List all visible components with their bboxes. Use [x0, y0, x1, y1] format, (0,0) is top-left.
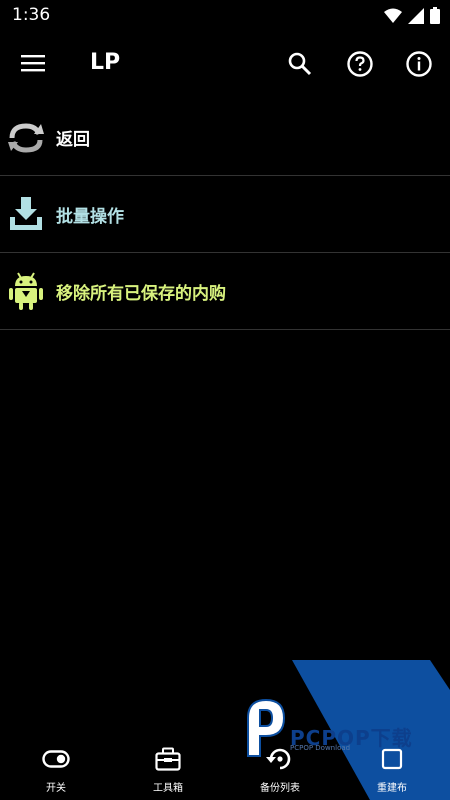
list-item-label: 批量操作: [56, 206, 124, 227]
list-item-batch[interactable]: 批量操作: [0, 176, 450, 253]
help-icon: [347, 51, 373, 77]
nav-item-toolbox[interactable]: 工具箱: [112, 730, 224, 800]
status-icons: [384, 7, 440, 24]
android-robot-icon: [9, 272, 43, 310]
download-tray-icon: [10, 197, 42, 230]
list-item-back[interactable]: 返回: [0, 99, 450, 176]
help-button[interactable]: [346, 50, 376, 80]
wifi-icon: [384, 8, 402, 23]
nav-item-rebuild[interactable]: 重建布: [336, 730, 448, 800]
menu-button[interactable]: [20, 52, 50, 78]
info-button[interactable]: [405, 50, 435, 80]
info-icon: [406, 51, 432, 77]
nav-label: 工具箱: [153, 783, 183, 794]
app-title: LP: [90, 50, 121, 75]
nav-item-switch[interactable]: 开关: [0, 730, 112, 800]
bottom-nav: 开关 工具箱 备份列表 重建布: [0, 730, 450, 800]
menu-list: 返回 批量操作 移除所有已保存的内购: [0, 99, 450, 330]
nav-label: 开关: [46, 783, 66, 794]
search-icon: [288, 52, 312, 76]
nav-item-backup-list[interactable]: 备份列表: [224, 730, 336, 800]
search-button[interactable]: [286, 50, 316, 80]
backup-restore-icon: [266, 748, 291, 770]
nav-label: 重建布: [377, 783, 407, 794]
toggle-icon: [42, 750, 70, 768]
status-bar: 1:36: [0, 0, 450, 32]
nav-label: 备份列表: [260, 783, 300, 794]
rebuild-icon: [381, 748, 403, 770]
battery-icon: [430, 7, 440, 24]
app-bar: LP: [0, 32, 450, 98]
toolbox-icon: [155, 747, 181, 771]
list-item-label: 移除所有已保存的内购: [56, 283, 226, 304]
signal-icon: [408, 7, 424, 24]
status-time: 1:36: [12, 5, 51, 25]
list-item-remove-iap[interactable]: 移除所有已保存的内购: [0, 253, 450, 330]
hamburger-menu-icon: [21, 55, 45, 72]
list-item-label: 返回: [56, 129, 90, 150]
rotate-back-icon: [8, 123, 44, 153]
